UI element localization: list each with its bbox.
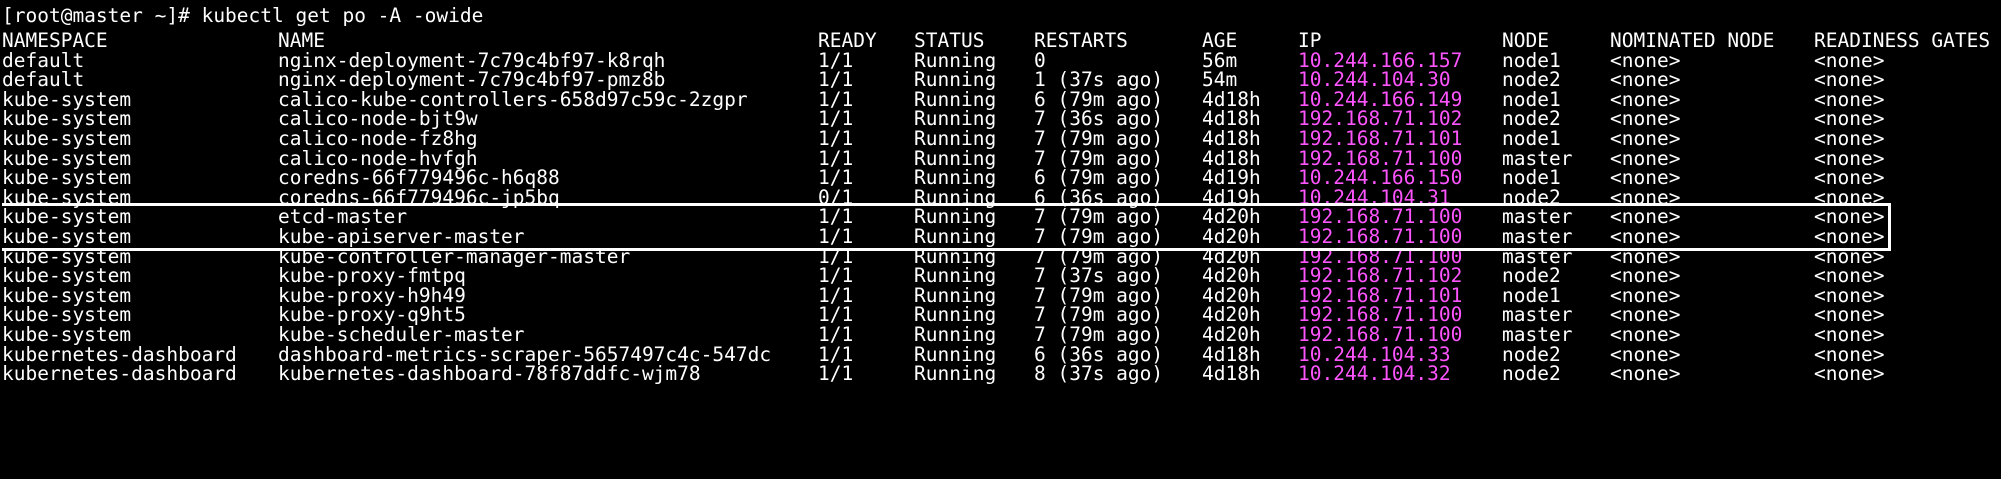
- cell-ip: 10.244.104.32: [1298, 362, 1451, 386]
- cell-status: Running: [914, 362, 997, 386]
- cell-namespace: kubernetes-dashboard: [2, 362, 237, 386]
- terminal-window[interactable]: [root@master ~]# kubectl get po -A -owid…: [2, 3, 1999, 477]
- cell-nominated-node: <none>: [1610, 362, 1681, 386]
- cell-age: 4d18h: [1202, 362, 1261, 386]
- cell-node: node2: [1502, 362, 1561, 386]
- cell-readiness-gates: <none>: [1814, 362, 1885, 386]
- cell-pod-name: kubernetes-dashboard-78f87ddfc-wjm78: [278, 362, 701, 386]
- command-prompt-line: [root@master ~]# kubectl get po -A -owid…: [2, 4, 484, 27]
- cell-restarts: 8 (37s ago): [1034, 362, 1164, 386]
- cell-ready: 1/1: [818, 362, 854, 386]
- header-restarts: RESTARTS: [1034, 29, 1128, 52]
